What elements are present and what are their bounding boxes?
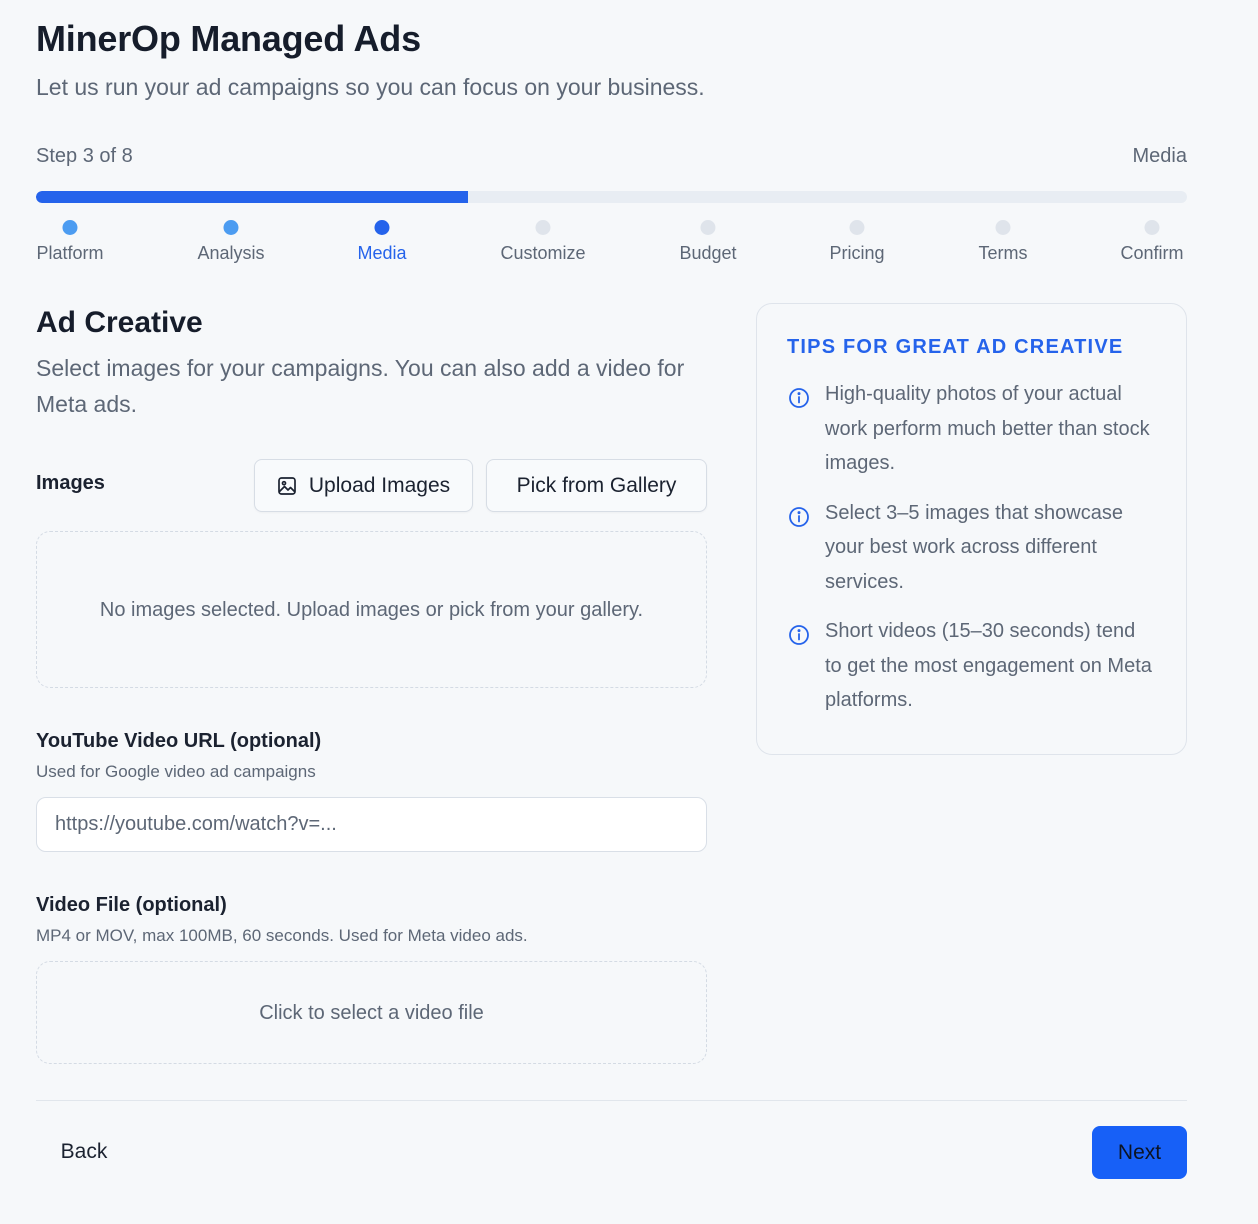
tip-text: Short videos (15–30 seconds) tend to get… (825, 620, 1152, 711)
step-dot (223, 220, 239, 235)
step-counter: Step 3 of 8 (36, 145, 133, 167)
youtube-url-label: YouTube Video URL (optional) (36, 730, 322, 752)
step-dot (849, 220, 865, 235)
info-circle-icon (789, 506, 809, 527)
step-label: Analysis (197, 243, 265, 263)
step-label: Media (357, 243, 407, 263)
video-file-label: Video File (optional) (36, 894, 227, 916)
tip-item: Select 3–5 images that showcase your bes… (787, 500, 1156, 600)
step-dot (700, 220, 716, 235)
step-customize: Customize (500, 220, 586, 264)
step-dot (374, 220, 390, 235)
page-title: MinerOp Managed Ads (36, 18, 421, 59)
youtube-url-input[interactable] (36, 797, 707, 852)
info-circle-icon (789, 388, 809, 408)
step-dot (535, 220, 551, 235)
step-label: Confirm (1120, 243, 1184, 263)
upload-images-label: Upload Images (308, 473, 451, 497)
page-subtitle: Let us run your ad campaigns so you can … (36, 74, 705, 100)
managed-ads-wizard: MinerOp Managed Ads Let us run your ad c… (0, 0, 1258, 1224)
video-file-dropzone-text: Click to select a video file (259, 1001, 484, 1024)
step-dot (995, 220, 1011, 235)
info-circle-icon (789, 625, 809, 645)
step-label: Pricing (829, 243, 885, 263)
step-label: Customize (500, 243, 586, 263)
current-step-name: Media (1132, 145, 1187, 167)
next-button[interactable]: Next (1092, 1126, 1187, 1179)
video-file-help: MP4 or MOV, max 100MB, 60 seconds. Used … (36, 926, 528, 945)
step-confirm: Confirm (1120, 220, 1184, 264)
tips-title: TIPS FOR GREAT AD CREATIVE (787, 336, 1124, 358)
tip-item: High-quality photos of your actual work … (787, 381, 1156, 481)
video-file-dropzone[interactable]: Click to select a video file (36, 961, 707, 1064)
images-label: Images (36, 472, 105, 494)
section-title: Ad Creative (36, 306, 203, 339)
step-label: Terms (978, 243, 1028, 263)
step-label: Platform (36, 243, 104, 263)
tips-panel: TIPS FOR GREAT AD CREATIVE High-quality … (756, 303, 1187, 755)
step-media: Media (357, 220, 407, 264)
images-empty-text: No images selected. Upload images or pic… (99, 598, 644, 621)
step-dot (1144, 220, 1160, 235)
images-dropzone[interactable]: No images selected. Upload images or pic… (36, 531, 707, 688)
section-description: Select images for your campaigns. You ca… (36, 355, 685, 417)
footer-divider (36, 1100, 1187, 1101)
tip-text: High-quality photos of your actual work … (825, 383, 1150, 474)
pick-from-gallery-button[interactable]: Pick from Gallery (486, 459, 707, 512)
tip-item: Short videos (15–30 seconds) tend to get… (787, 618, 1156, 718)
image-icon (278, 476, 296, 495)
progress-bar-fill (36, 191, 468, 203)
step-dot (62, 220, 78, 235)
step-platform: Platform (36, 220, 104, 264)
youtube-url-help: Used for Google video ad campaigns (36, 762, 316, 781)
step-analysis: Analysis (197, 220, 265, 264)
upload-images-button[interactable]: Upload Images (254, 459, 473, 512)
progress-bar (36, 191, 1187, 203)
step-label: Budget (679, 243, 737, 263)
back-button[interactable]: Back (36, 1126, 132, 1178)
step-terms: Terms (979, 220, 1028, 264)
step-pricing: Pricing (829, 220, 885, 264)
tip-text: Select 3–5 images that showcase your bes… (825, 501, 1123, 593)
step-budget: Budget (679, 220, 737, 264)
